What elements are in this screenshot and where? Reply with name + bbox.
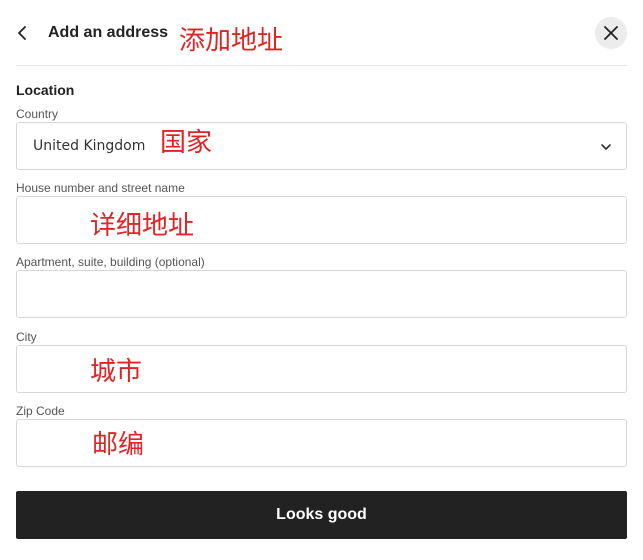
country-value: United Kingdom <box>33 138 146 154</box>
country-annotation: 国家 <box>160 127 213 157</box>
city-label: City <box>16 330 37 344</box>
chevron-down-icon <box>601 144 611 150</box>
page-title: Add an address <box>48 24 169 41</box>
apartment-label: Apartment, suite, building (optional) <box>16 255 205 269</box>
street-label: House number and street name <box>16 181 185 195</box>
title-annotation: 添加地址 <box>179 25 284 55</box>
section-title: Location <box>16 82 75 98</box>
street-annotation: 详细地址 <box>90 210 195 240</box>
looks-good-button[interactable]: Looks good <box>16 491 627 539</box>
apartment-field[interactable] <box>16 270 627 318</box>
apartment-input[interactable] <box>17 271 626 317</box>
dialog-header: Add an address 添加地址 <box>0 0 643 66</box>
country-select[interactable]: United Kingdom <box>16 122 627 170</box>
chevron-left-icon <box>18 26 26 40</box>
header-divider <box>16 65 627 66</box>
close-button[interactable] <box>595 17 627 49</box>
country-label: Country <box>16 107 59 121</box>
close-icon <box>604 26 618 40</box>
zip-annotation: 邮编 <box>92 429 145 459</box>
back-button[interactable] <box>12 22 34 44</box>
zip-label: Zip Code <box>16 404 65 418</box>
city-annotation: 城市 <box>90 356 143 386</box>
